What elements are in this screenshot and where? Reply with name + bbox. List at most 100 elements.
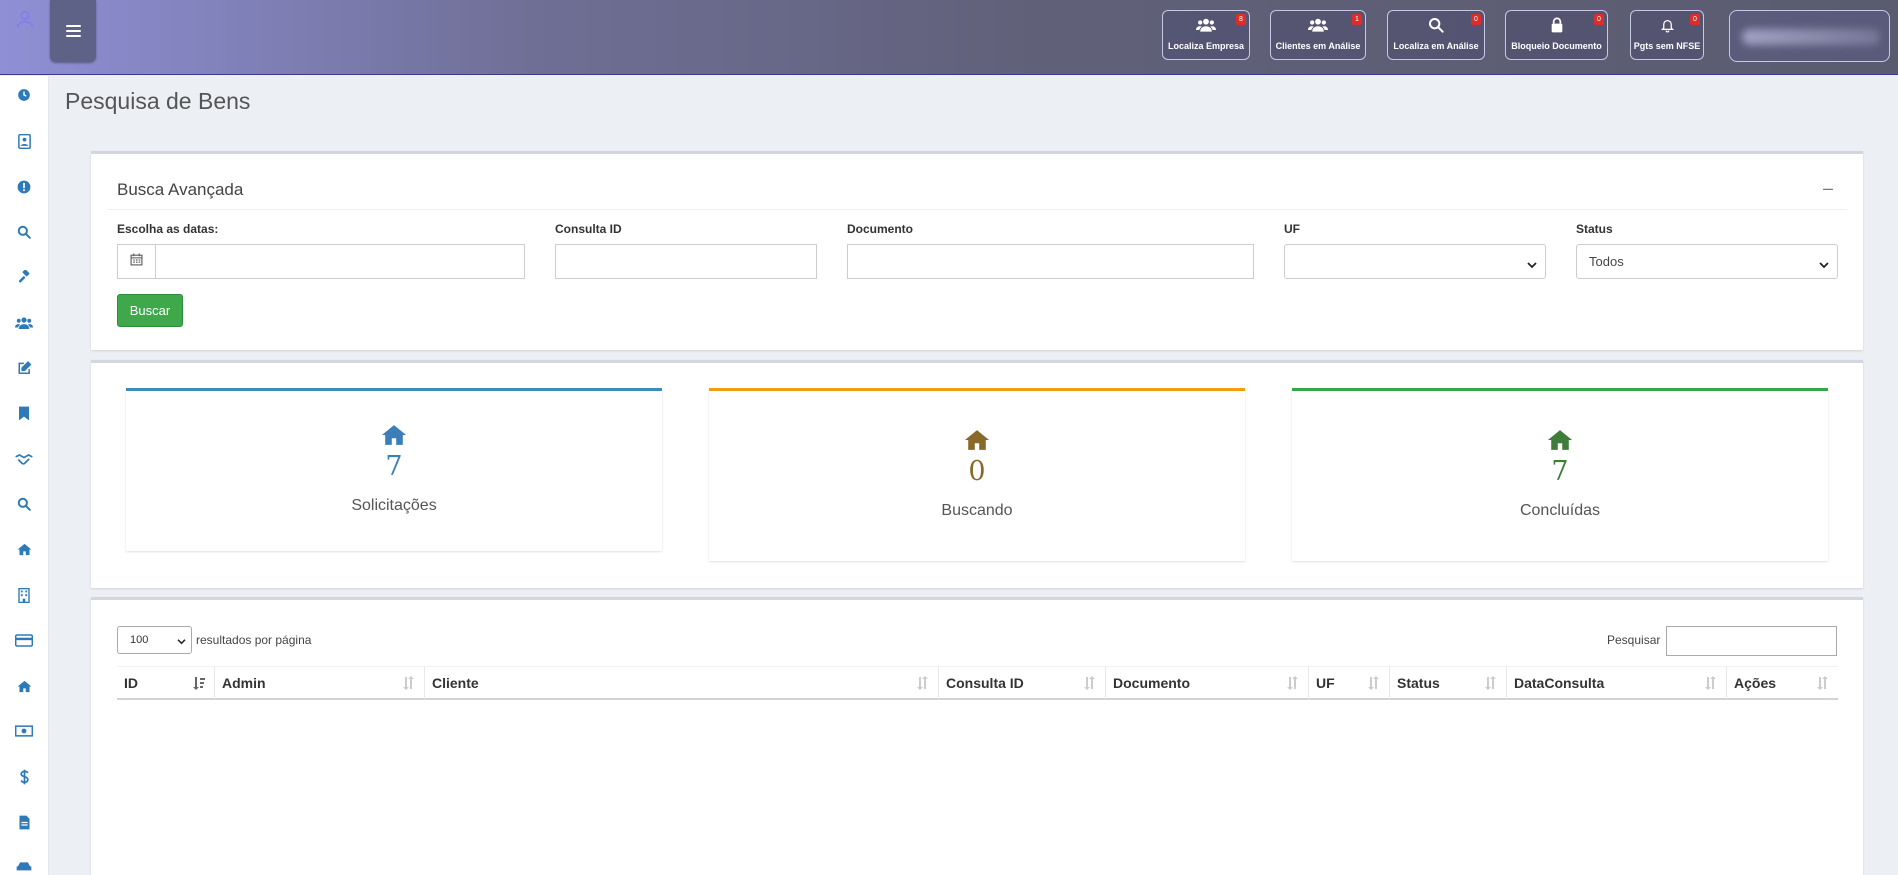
column-header-admin[interactable]: Admin (215, 667, 425, 699)
column-header-status[interactable]: Status (1390, 667, 1507, 699)
dollar-icon[interactable] (15, 768, 33, 786)
page-length-value: 100 (130, 634, 149, 646)
localiza-empresa-button[interactable]: Localiza Empresa 8 (1162, 10, 1250, 60)
consulta-id-label: Consulta ID (555, 222, 622, 236)
credit-card-icon[interactable] (15, 631, 33, 649)
calendar-addon[interactable] (117, 244, 155, 279)
button-label: Localiza em Análise (1393, 41, 1479, 51)
column-label: DataConsulta (1514, 675, 1605, 691)
sort-icon (1816, 676, 1830, 693)
column-header-id[interactable]: ID (117, 667, 215, 699)
column-header-documento[interactable]: Documento (1106, 667, 1309, 699)
dashboard-icon[interactable] (15, 86, 33, 104)
column-label: ID (124, 675, 138, 691)
sort-icon (1367, 676, 1381, 693)
money-icon[interactable] (15, 722, 33, 740)
collapse-button[interactable]: – (1823, 178, 1833, 199)
search-icon[interactable] (15, 495, 33, 513)
column-label: Status (1397, 675, 1440, 691)
status-select[interactable]: Todos (1576, 244, 1838, 279)
consulta-id-input[interactable] (555, 244, 817, 279)
alert-icon[interactable] (15, 178, 33, 196)
users-icon[interactable] (15, 314, 33, 332)
column-header-consulta-id[interactable]: Consulta ID (939, 667, 1106, 699)
notification-badge: 0 (1471, 14, 1481, 25)
stat-card-solicitacoes: 7 Solicitações (126, 388, 662, 551)
lock-icon (1506, 17, 1607, 35)
sort-icon (1704, 676, 1718, 693)
column-label: Cliente (432, 675, 479, 691)
status-label: Status (1576, 222, 1613, 236)
panel-title: Busca Avançada (117, 180, 244, 199)
sort-icon (1286, 676, 1300, 693)
column-header-acoes[interactable]: Ações (1727, 667, 1838, 699)
home-icon[interactable] (15, 540, 33, 558)
page-length-select[interactable]: 100 (117, 626, 192, 654)
results-panel: 100 resultados por página Pesquisar ID A… (91, 597, 1863, 875)
stat-label: Concluídas (1519, 502, 1601, 519)
home-icon[interactable] (15, 677, 33, 695)
chevron-down-icon (177, 636, 186, 648)
home-icon (709, 429, 1245, 451)
sort-icon (1484, 676, 1498, 693)
localiza-em-analise-button[interactable]: Localiza em Análise 0 (1387, 10, 1485, 60)
documento-input[interactable] (847, 244, 1254, 279)
table-header: ID Admin Cliente Consulta ID Documento U… (117, 666, 1838, 700)
user-icon[interactable] (14, 8, 36, 30)
column-label: Documento (1113, 675, 1190, 691)
contact-card-icon[interactable] (15, 132, 33, 150)
column-header-dataconsulta[interactable]: DataConsulta (1507, 667, 1727, 699)
date-range-input[interactable] (155, 244, 525, 279)
search-icon[interactable] (15, 223, 33, 241)
page-length-label: resultados por página (196, 633, 312, 647)
handshake-icon[interactable] (15, 450, 33, 468)
uf-select[interactable] (1284, 244, 1546, 279)
stat-card-buscando: 0 Buscando (709, 388, 1245, 561)
building-icon[interactable] (15, 586, 33, 604)
page-title: Pesquisa de Bens (65, 88, 251, 114)
car-icon[interactable] (15, 858, 33, 875)
sort-icon (402, 676, 416, 693)
status-selected-value: Todos (1589, 254, 1624, 269)
stat-value: 7 (385, 451, 403, 482)
table-search-label: Pesquisar (1607, 633, 1661, 647)
document-icon[interactable] (15, 813, 33, 831)
notification-badge: 0 (1594, 14, 1604, 25)
column-header-cliente[interactable]: Cliente (425, 667, 939, 699)
stat-label: Solicitações (351, 497, 437, 514)
bookmark-icon[interactable] (15, 404, 33, 422)
divider (107, 209, 1847, 210)
pgts-sem-nfse-button[interactable]: Pgts sem NFSE 0 (1630, 10, 1704, 60)
uf-label: UF (1284, 222, 1300, 236)
buscar-button[interactable]: Buscar (117, 294, 183, 327)
sort-desc-icon (192, 676, 206, 693)
top-navbar: Localiza Empresa 8 Clientes em Análise 1… (0, 0, 1898, 75)
stat-value: 7 (1551, 456, 1569, 487)
stats-panel: 7 Solicitações 0 Buscando 7 Concluídas (91, 360, 1863, 588)
advanced-search-panel: Busca Avançada – Escolha as datas: Consu… (91, 151, 1863, 350)
notification-badge: 0 (1690, 14, 1700, 25)
column-label: UF (1316, 675, 1335, 691)
notification-badge: 8 (1236, 14, 1246, 25)
stat-value: 0 (968, 456, 986, 487)
hamburger-icon (65, 22, 81, 40)
column-header-uf[interactable]: UF (1309, 667, 1390, 699)
calendar-icon (130, 253, 143, 271)
chevron-down-icon (1819, 257, 1829, 272)
button-label: Pgts sem NFSE (1633, 41, 1701, 51)
chevron-down-icon (1527, 257, 1537, 272)
menu-toggle-button[interactable] (50, 0, 96, 62)
sort-icon (916, 676, 930, 693)
button-label: Localiza Empresa (1167, 41, 1245, 51)
column-label: Consulta ID (946, 675, 1024, 691)
column-label: Ações (1734, 675, 1777, 691)
bloqueio-documento-button[interactable]: Bloqueio Documento 0 (1505, 10, 1608, 60)
dates-label: Escolha as datas: (117, 222, 219, 236)
edit-icon[interactable] (15, 359, 33, 377)
user-menu[interactable] (1729, 10, 1890, 62)
clientes-em-analise-button[interactable]: Clientes em Análise 1 (1270, 10, 1366, 60)
table-search-input[interactable] (1666, 626, 1837, 656)
blurred-user-name (1742, 29, 1880, 45)
gavel-icon[interactable] (15, 268, 33, 286)
stat-card-concluidas: 7 Concluídas (1292, 388, 1828, 561)
